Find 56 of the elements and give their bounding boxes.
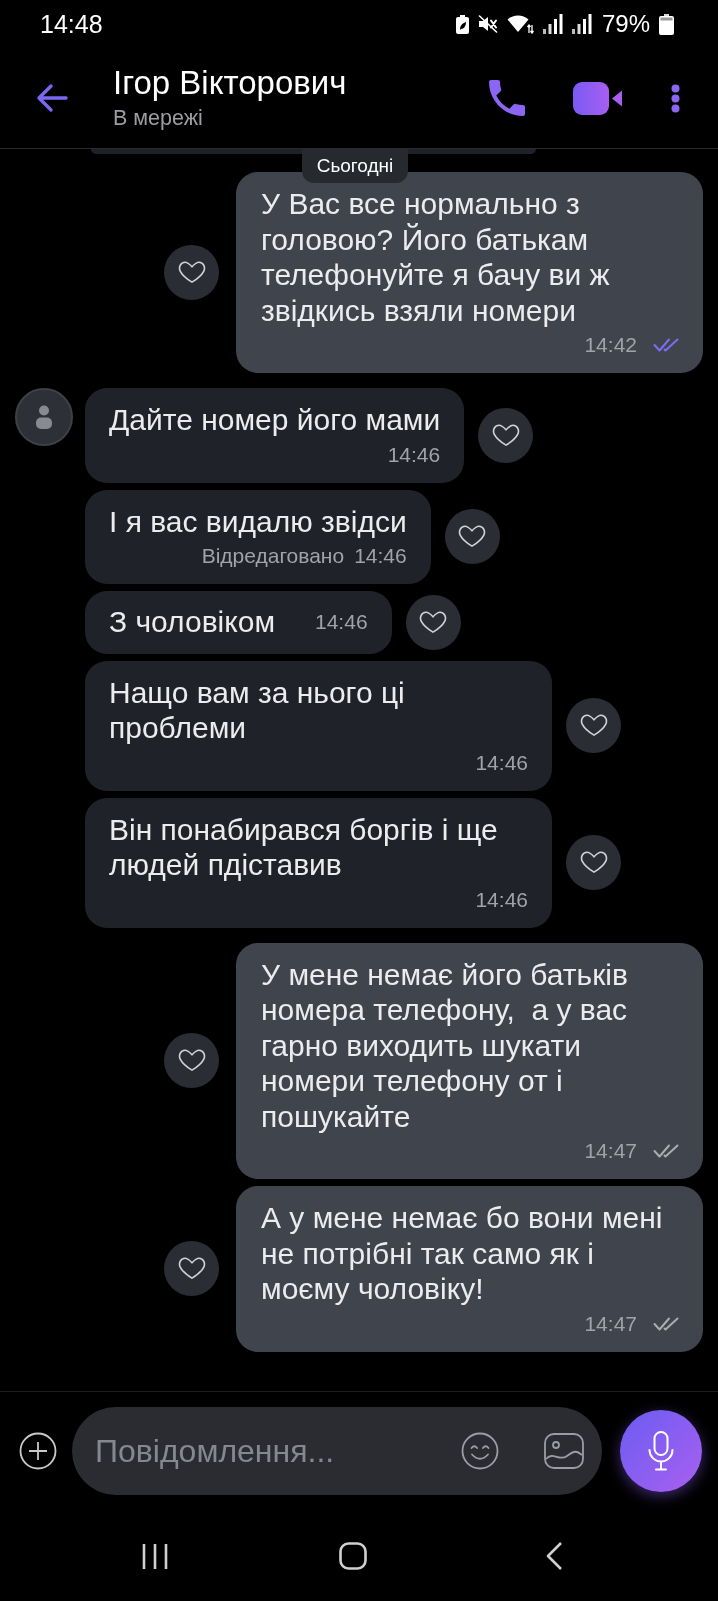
- person-icon: [35, 405, 53, 429]
- edited-label: Відредаговано: [201, 543, 345, 569]
- heart-icon: [491, 423, 520, 447]
- avatar[interactable]: [15, 388, 73, 446]
- message-time: 14:46: [387, 441, 441, 468]
- heart-icon: [458, 525, 487, 549]
- reaction-button[interactable]: [566, 835, 621, 890]
- signal-icon: [571, 14, 592, 34]
- add-icon[interactable]: [19, 1432, 57, 1470]
- phone-icon[interactable]: [489, 80, 525, 116]
- message-text: У мене немає його батьків номера телефону, а у вас гарно виходить шукати номери телефону от і пошукайте: [261, 956, 629, 1134]
- message-text: Дайте номер його мами: [109, 402, 441, 438]
- message-time: 14:46: [475, 886, 528, 913]
- contact-status: В мережі: [113, 104, 203, 131]
- microphone-icon: [648, 1431, 674, 1471]
- contact-name: Ігор Вікторович: [113, 63, 347, 102]
- message-text: А у мене немає бо вони мені не потрібні так само як і моєму чоловіку!: [261, 1200, 664, 1307]
- heart-icon: [579, 851, 608, 874]
- message-text: У Вас все нормально з головою? Його батькам телефонуйте я бачу ви ж звідкись взяли номери: [261, 186, 611, 328]
- message-time: 14:47: [584, 1138, 637, 1164]
- home-icon[interactable]: [339, 1542, 367, 1570]
- status-time: 14:48: [40, 9, 103, 39]
- message-input[interactable]: Повідомлення...: [72, 1407, 602, 1495]
- back-arrow-icon[interactable]: [36, 83, 68, 113]
- message-time: 14:46: [475, 749, 528, 776]
- reaction-button[interactable]: [164, 1033, 219, 1089]
- wifi-icon: [506, 14, 534, 34]
- emoji-icon[interactable]: [461, 1432, 499, 1470]
- message-time: 14:42: [584, 332, 637, 358]
- battery-percentage: 79%: [601, 10, 650, 38]
- signal-icon: [542, 14, 563, 34]
- date-label: Сьогодні: [301, 149, 409, 183]
- reaction-button[interactable]: [164, 245, 219, 300]
- recent-apps-icon[interactable]: [142, 1542, 168, 1570]
- gallery-icon[interactable]: [544, 1433, 584, 1469]
- message-text: Нащо вам за нього ці проблеми: [109, 674, 406, 746]
- message-time: 14:46: [354, 543, 407, 569]
- reaction-button[interactable]: [164, 1241, 219, 1297]
- heart-icon: [177, 1049, 206, 1073]
- back-icon[interactable]: [545, 1541, 563, 1571]
- message-time: 14:46: [315, 608, 368, 635]
- more-options-icon[interactable]: [671, 83, 680, 113]
- heart-icon: [579, 714, 608, 737]
- message-time: 14:47: [584, 1310, 637, 1337]
- battery-icon: [659, 13, 674, 35]
- heart-icon: [177, 1257, 206, 1281]
- voice-message-button[interactable]: [620, 1410, 702, 1492]
- message-text: І я вас видалю звідси: [109, 503, 407, 539]
- heart-icon: [419, 610, 448, 634]
- reaction-button[interactable]: [566, 698, 621, 753]
- message-text: Він понабирався боргів і ще людей пдіставив: [109, 811, 499, 883]
- video-camera-icon[interactable]: [573, 81, 623, 115]
- heart-icon: [177, 261, 206, 284]
- battery-leaf-icon: [455, 14, 469, 34]
- mute-icon: [477, 15, 498, 33]
- message-text: З чоловіком: [109, 604, 275, 640]
